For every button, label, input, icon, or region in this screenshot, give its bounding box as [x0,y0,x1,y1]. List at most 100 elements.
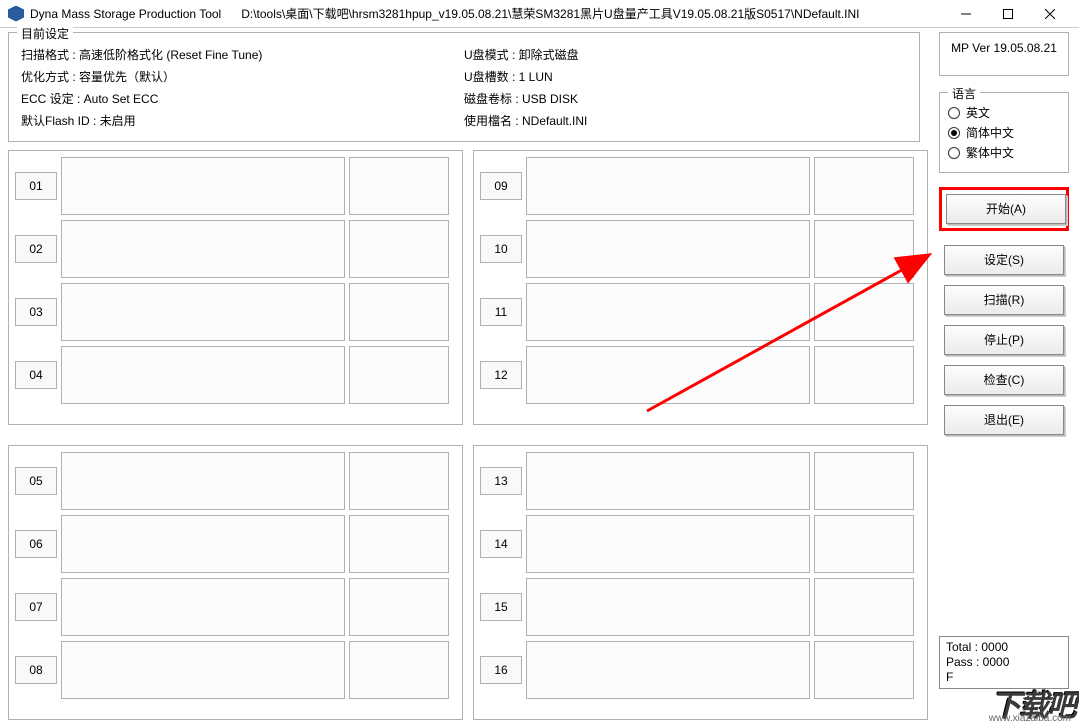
slot-row: 12 [480,346,921,404]
slot-info [814,220,914,278]
app-title: Dyna Mass Storage Production Tool [30,7,221,21]
start-button[interactable]: 开始(A) [946,194,1066,224]
slot-row: 03 [15,283,456,341]
slot-number: 02 [15,235,57,263]
lang-label: 简体中文 [966,124,1014,141]
slot-number: 05 [15,467,57,495]
slot-row: 06 [15,515,456,573]
slot-progress [61,578,345,636]
slot-number: 06 [15,530,57,558]
slot-row: 13 [480,452,921,510]
slot-row: 10 [480,220,921,278]
slot-row: 08 [15,641,456,699]
slot-progress [61,220,345,278]
maximize-button[interactable] [987,0,1029,28]
slot-panel-3: 05 06 07 08 [8,445,463,720]
slot-number: 11 [480,298,522,326]
slot-progress [526,283,810,341]
slot-row: 16 [480,641,921,699]
radio-icon [948,107,960,119]
setting-ecc: ECC 设定 : Auto Set ECC [21,89,464,109]
slot-progress [61,452,345,510]
slot-info [349,346,449,404]
slot-info [349,578,449,636]
slot-progress [526,578,810,636]
titlebar: Dyna Mass Storage Production Tool D:\too… [0,0,1079,28]
slot-info [349,283,449,341]
slot-number: 04 [15,361,57,389]
exit-button[interactable]: 退出(E) [944,405,1064,435]
slot-number: 09 [480,172,522,200]
radio-icon [948,127,960,139]
minimize-button[interactable] [945,0,987,28]
slot-row: 09 [480,157,921,215]
settings-legend: 目前设定 [17,25,73,42]
language-legend: 语言 [948,85,980,102]
close-button[interactable] [1029,0,1071,28]
slot-info [814,346,914,404]
slot-row: 02 [15,220,456,278]
slot-row: 05 [15,452,456,510]
slot-progress [526,452,810,510]
title-path: D:\tools\桌面\下载吧\hrsm3281hpup_v19.05.08.2… [241,5,945,22]
lang-label: 英文 [966,104,990,121]
slot-info [349,641,449,699]
lang-option-simplified[interactable]: 简体中文 [948,124,1060,141]
lang-option-english[interactable]: 英文 [948,104,1060,121]
setting-config-file: 使用檔名 : NDefault.INI [464,111,907,131]
stats-total: Total : 0000 [946,640,1062,655]
slot-info [814,283,914,341]
slot-number: 10 [480,235,522,263]
slot-info [814,157,914,215]
slot-progress [526,346,810,404]
slot-info [814,578,914,636]
slot-number: 13 [480,467,522,495]
slot-info [349,220,449,278]
lang-option-traditional[interactable]: 繁体中文 [948,144,1060,161]
highlight-annotation: 开始(A) [939,187,1069,231]
stats-pass: Pass : 0000 [946,655,1062,670]
check-button[interactable]: 检查(C) [944,365,1064,395]
stop-button[interactable]: 停止(P) [944,325,1064,355]
slot-progress [526,641,810,699]
slot-panel-2: 09 10 11 12 [473,150,928,425]
slot-info [814,641,914,699]
version-box: MP Ver 19.05.08.21 [939,32,1069,76]
slot-info [814,452,914,510]
slot-row: 14 [480,515,921,573]
slot-number: 08 [15,656,57,684]
slot-progress [61,283,345,341]
scan-button[interactable]: 扫描(R) [944,285,1064,315]
slot-row: 11 [480,283,921,341]
slot-number: 12 [480,361,522,389]
slot-row: 01 [15,157,456,215]
slot-progress [61,157,345,215]
slot-progress [526,157,810,215]
watermark-url: www.xiazaiba.com [989,713,1071,724]
setting-flashid: 默认Flash ID : 未启用 [21,111,464,131]
setting-lun: U盘槽数 : 1 LUN [464,67,907,87]
window-controls [945,0,1071,28]
slot-row: 15 [480,578,921,636]
slot-grid: 01 02 03 04 09 10 11 12 05 06 07 08 13 1… [8,150,928,720]
setting-volume-label: 磁盘卷标 : USB DISK [464,89,907,109]
slot-info [814,515,914,573]
current-settings-group: 目前设定 扫描格式 : 高速低阶格式化 (Reset Fine Tune) 优化… [8,32,920,142]
settings-button[interactable]: 设定(S) [944,245,1064,275]
setting-scan-format: 扫描格式 : 高速低阶格式化 (Reset Fine Tune) [21,45,464,65]
slot-progress [61,515,345,573]
slot-row: 04 [15,346,456,404]
app-icon [8,6,24,22]
slot-info [349,515,449,573]
slot-progress [61,641,345,699]
slot-number: 14 [480,530,522,558]
setting-optimize: 优化方式 : 容量优先（默认） [21,67,464,87]
radio-icon [948,147,960,159]
slot-number: 15 [480,593,522,621]
slot-number: 07 [15,593,57,621]
slot-progress [526,220,810,278]
slot-info [349,452,449,510]
lang-label: 繁体中文 [966,144,1014,161]
setting-disk-mode: U盘模式 : 卸除式磁盘 [464,45,907,65]
slot-progress [526,515,810,573]
